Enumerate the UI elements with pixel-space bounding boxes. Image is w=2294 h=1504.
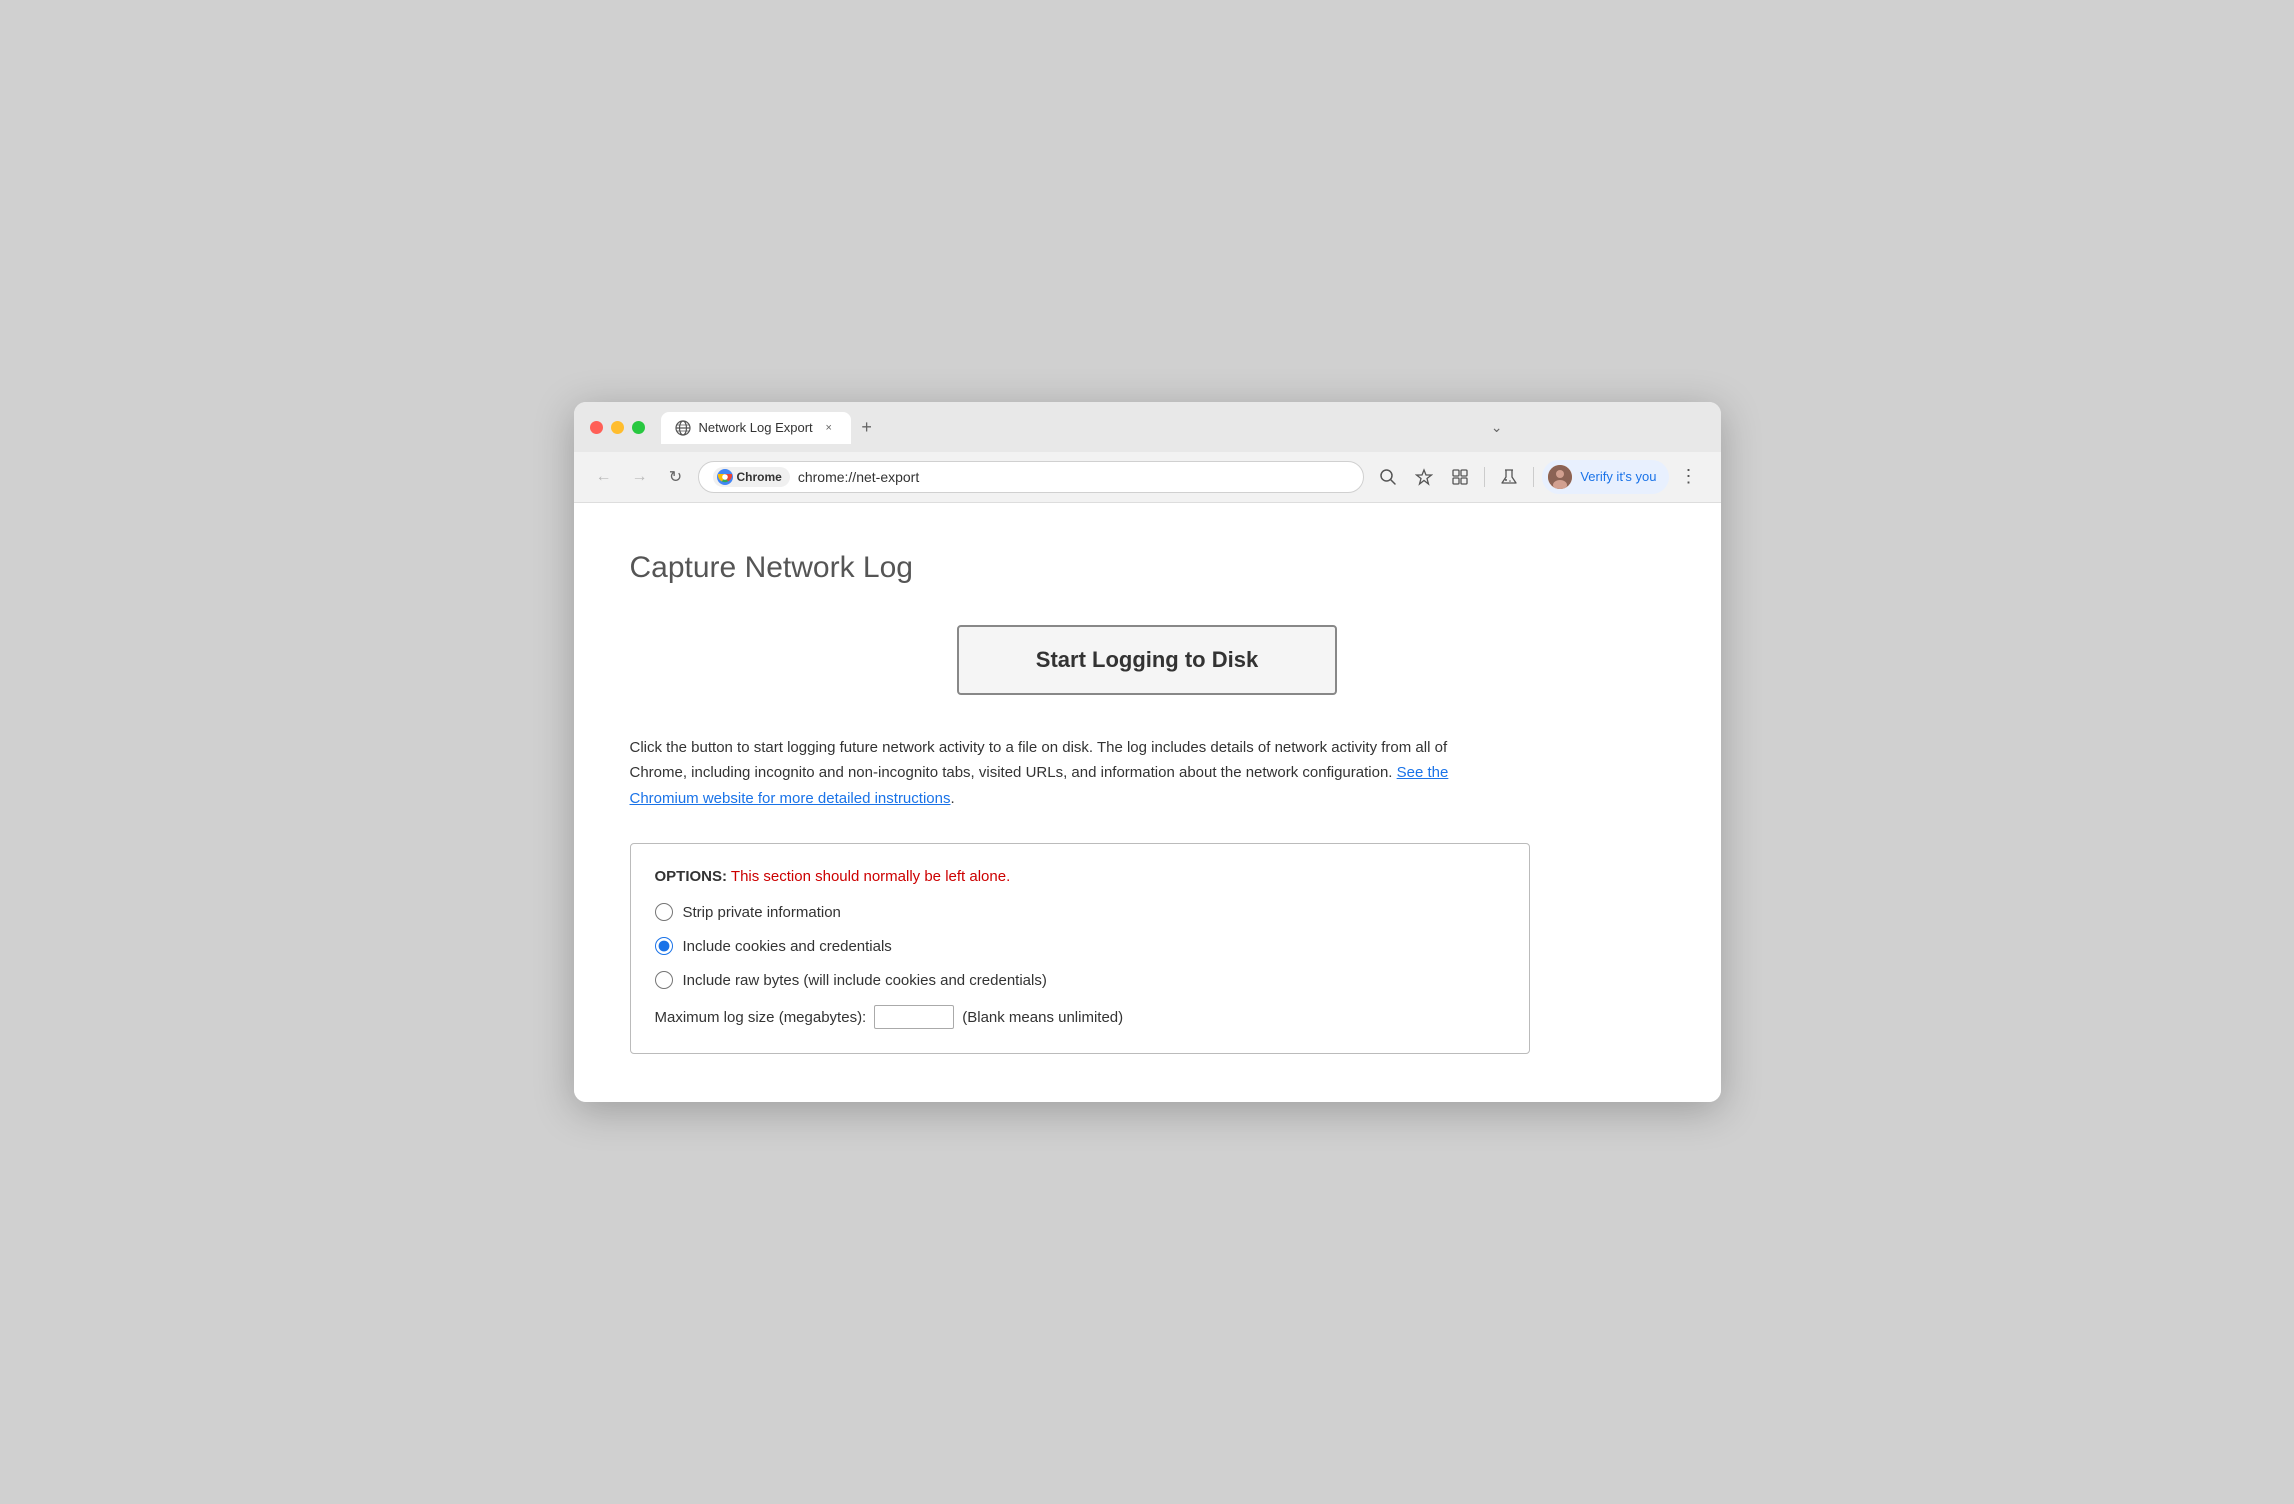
description-part2: . <box>950 790 954 807</box>
minimize-button[interactable] <box>611 421 624 434</box>
browser-window: Network Log Export × + ⌄ ← → ↻ <box>574 402 1721 1103</box>
description-text: Click the button to start logging future… <box>630 735 1490 812</box>
traffic-lights-row: Network Log Export × + ⌄ <box>590 412 1705 444</box>
search-button[interactable] <box>1372 461 1404 493</box>
back-button[interactable]: ← <box>590 463 618 491</box>
toolbar-divider2 <box>1533 467 1534 487</box>
forward-button[interactable]: → <box>626 463 654 491</box>
chrome-logo-icon <box>717 469 733 485</box>
forward-icon: → <box>632 468 648 486</box>
tab-expand-button[interactable]: ⌄ <box>1483 414 1511 442</box>
title-bar: Network Log Export × + ⌄ <box>574 402 1721 452</box>
option-raw-radio[interactable] <box>655 971 673 989</box>
tab-close-button[interactable]: × <box>821 420 837 436</box>
lab-button[interactable] <box>1493 461 1525 493</box>
page-content: Capture Network Log Start Logging to Dis… <box>574 503 1721 1103</box>
option-include-cookies[interactable]: Include cookies and credentials <box>655 937 1505 955</box>
new-tab-button[interactable]: + <box>853 414 881 442</box>
max-log-hint: (Blank means unlimited) <box>962 1009 1123 1026</box>
url-display: chrome://net-export <box>798 469 1349 485</box>
description-part1: Click the button to start logging future… <box>630 739 1448 782</box>
back-icon: ← <box>596 468 612 486</box>
toolbar: ← → ↻ Chrome chrome://net-export <box>574 452 1721 503</box>
extensions-icon <box>1451 468 1469 486</box>
option-raw-label: Include raw bytes (will include cookies … <box>683 972 1047 989</box>
chrome-badge-label: Chrome <box>737 470 782 484</box>
verify-label: Verify it's you <box>1580 469 1656 484</box>
search-icon <box>1379 468 1397 486</box>
toolbar-icons: Verify it's you ⋮ <box>1372 460 1704 494</box>
extensions-button[interactable] <box>1444 461 1476 493</box>
star-icon <box>1415 468 1433 486</box>
menu-icon: ⋮ <box>1680 466 1698 487</box>
avatar <box>1548 465 1572 489</box>
max-log-label: Maximum log size (megabytes): <box>655 1009 867 1026</box>
tab-title: Network Log Export <box>699 420 813 435</box>
verify-button[interactable]: Verify it's you <box>1542 460 1668 494</box>
start-logging-button[interactable]: Start Logging to Disk <box>957 625 1337 695</box>
chrome-badge: Chrome <box>713 467 790 487</box>
option-strip-private[interactable]: Strip private information <box>655 903 1505 921</box>
tab-favicon-icon <box>675 420 691 436</box>
options-header: OPTIONS: This section should normally be… <box>655 868 1505 885</box>
options-warning: This section should normally be left alo… <box>731 868 1010 885</box>
close-button[interactable] <box>590 421 603 434</box>
option-cookies-radio[interactable] <box>655 937 673 955</box>
option-strip-radio[interactable] <box>655 903 673 921</box>
flask-icon <box>1500 468 1518 486</box>
active-tab[interactable]: Network Log Export × <box>661 412 851 444</box>
maximize-button[interactable] <box>632 421 645 434</box>
reload-button[interactable]: ↻ <box>662 463 690 491</box>
options-box: OPTIONS: This section should normally be… <box>630 843 1530 1054</box>
max-log-input[interactable] <box>874 1005 954 1029</box>
option-raw-bytes[interactable]: Include raw bytes (will include cookies … <box>655 971 1505 989</box>
option-cookies-label: Include cookies and credentials <box>683 938 892 955</box>
menu-button[interactable]: ⋮ <box>1673 461 1705 493</box>
address-bar[interactable]: Chrome chrome://net-export <box>698 461 1365 493</box>
page-title: Capture Network Log <box>630 551 1665 585</box>
max-log-row: Maximum log size (megabytes): (Blank mea… <box>655 1005 1505 1029</box>
options-label: OPTIONS: <box>655 868 728 885</box>
toolbar-divider <box>1484 467 1485 487</box>
option-strip-label: Strip private information <box>683 904 841 921</box>
bookmark-button[interactable] <box>1408 461 1440 493</box>
reload-icon: ↻ <box>669 467 682 487</box>
